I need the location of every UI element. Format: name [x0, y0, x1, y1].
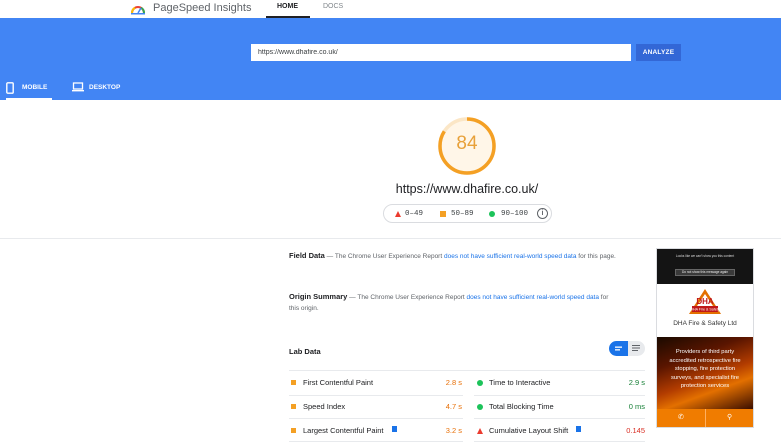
preview-tagline: Providers of third party accredited retr…: [669, 349, 741, 389]
phone-icon: ✆: [678, 414, 684, 421]
metric-tti-value: 2.9 s: [628, 378, 645, 387]
tab-desktop[interactable]: DESKTOP: [72, 80, 132, 100]
compact-list-icon: [615, 346, 622, 351]
score-legend: 0–49 50–89 90–100 i: [383, 204, 552, 223]
legend-good: 90–100: [501, 210, 529, 218]
preview-bar-separator: [705, 409, 706, 427]
poor-triangle-icon: [395, 211, 401, 217]
lcp-element-flag-icon: [392, 426, 397, 432]
preview-hero-fire: Providers of third party accredited retr…: [657, 337, 753, 409]
hero-banner: ANALYZE MOBILE DESKTOP: [0, 18, 781, 100]
mobile-phone-icon: [6, 82, 14, 94]
metric-cls-value: 0.145: [626, 426, 645, 435]
metric-lcp-label: Largest Contentful Paint: [303, 426, 384, 435]
good-circle-icon: [477, 380, 483, 386]
desktop-laptop-icon: [72, 82, 84, 92]
field-data-section: Field Data — The Chrome User Experience …: [289, 250, 619, 262]
average-square-icon: [440, 211, 446, 217]
top-bar: PageSpeed Insights HOME DOCS: [0, 0, 781, 18]
metric-tbt-label: Total Blocking Time: [489, 402, 554, 411]
row-divider: [289, 441, 463, 442]
field-data-dash: —: [326, 253, 334, 260]
lab-data-title: Lab Data: [289, 347, 321, 356]
info-icon[interactable]: i: [537, 208, 548, 219]
preview-notice: Looks like we can't show you this conten…: [675, 254, 735, 258]
poor-triangle-icon: [477, 428, 483, 434]
tab-mobile[interactable]: MOBILE: [6, 80, 52, 100]
tab-desktop-label: DESKTOP: [89, 84, 121, 91]
field-data-title: Field Data: [289, 251, 325, 260]
brand-title: PageSpeed Insights: [153, 2, 252, 14]
field-data-link[interactable]: does not have sufficient real-world spee…: [444, 253, 577, 260]
metric-tbt-value: 0 ms: [628, 402, 645, 411]
field-data-text: The Chrome User Experience Report: [334, 253, 443, 260]
origin-summary-link[interactable]: does not have sufficient real-world spee…: [466, 294, 599, 301]
origin-summary-title: Origin Summary: [289, 292, 348, 301]
origin-summary-dash: —: [349, 294, 356, 301]
origin-summary-text: The Chrome User Experience Report: [357, 294, 465, 301]
preview-cookie-banner: Looks like we can't show you this conten…: [657, 249, 753, 284]
metric-fcp-value: 2.8 s: [445, 378, 462, 387]
dha-logo-icon: DHA DHA Fire & Safety: [689, 289, 721, 314]
row-divider: [474, 441, 645, 442]
metric-lcp-value: 3.2 s: [445, 426, 462, 435]
search-icon: ⚲: [727, 414, 733, 421]
good-circle-icon: [477, 404, 483, 410]
tab-mobile-underline: [6, 98, 52, 100]
view-toggle[interactable]: [609, 341, 645, 356]
preview-dismiss-button: Do not show this message again: [675, 269, 735, 276]
nav-home-link[interactable]: HOME: [277, 3, 298, 10]
url-input[interactable]: [251, 44, 631, 61]
section-divider: [0, 238, 781, 239]
average-square-icon: [291, 380, 296, 385]
analyze-button[interactable]: ANALYZE: [636, 44, 681, 61]
toggle-compact-button[interactable]: [609, 341, 628, 356]
row-divider: [474, 418, 645, 419]
metric-fcp-label: First Contentful Paint: [303, 378, 374, 387]
nav-docs-link[interactable]: DOCS: [323, 3, 343, 10]
row-divider: [474, 395, 645, 396]
metric-cls-label: Cumulative Layout Shift: [489, 426, 569, 435]
toggle-expanded-button[interactable]: [628, 341, 645, 356]
expanded-list-icon: [632, 345, 640, 351]
good-circle-icon: [489, 211, 495, 217]
preview-company-name: DHA Fire & Safety Ltd: [673, 320, 737, 327]
cls-element-flag-icon: [576, 426, 581, 432]
mobile-screenshot-preview: Looks like we can't show you this conten…: [656, 248, 754, 428]
average-square-icon: [291, 404, 296, 409]
metrics-top-border: [289, 370, 645, 371]
pagespeed-logo-icon: [130, 6, 146, 15]
analyzed-url: https://www.dhafire.co.uk/: [395, 182, 539, 196]
legend-poor: 0–49: [405, 210, 424, 218]
origin-summary-section: Origin Summary — The Chrome User Experie…: [289, 291, 619, 314]
svg-text:DHA: DHA: [696, 297, 714, 306]
metric-tti-label: Time to Interactive: [489, 378, 551, 387]
metric-si-value: 4.7 s: [445, 402, 462, 411]
preview-header: DHA DHA Fire & Safety DHA Fire & Safety …: [657, 284, 753, 337]
tab-mobile-label: MOBILE: [22, 84, 48, 91]
average-square-icon: [291, 428, 296, 433]
row-divider: [289, 395, 463, 396]
legend-average: 50–89: [451, 210, 474, 218]
metric-si-label: Speed Index: [303, 402, 346, 411]
performance-score: 84: [456, 133, 478, 154]
row-divider: [289, 418, 463, 419]
dha-logo-text: DHA Fire & Safety: [690, 308, 719, 312]
preview-action-bar: ✆ ⚲: [657, 409, 753, 427]
field-data-suffix: for this page.: [578, 253, 616, 260]
